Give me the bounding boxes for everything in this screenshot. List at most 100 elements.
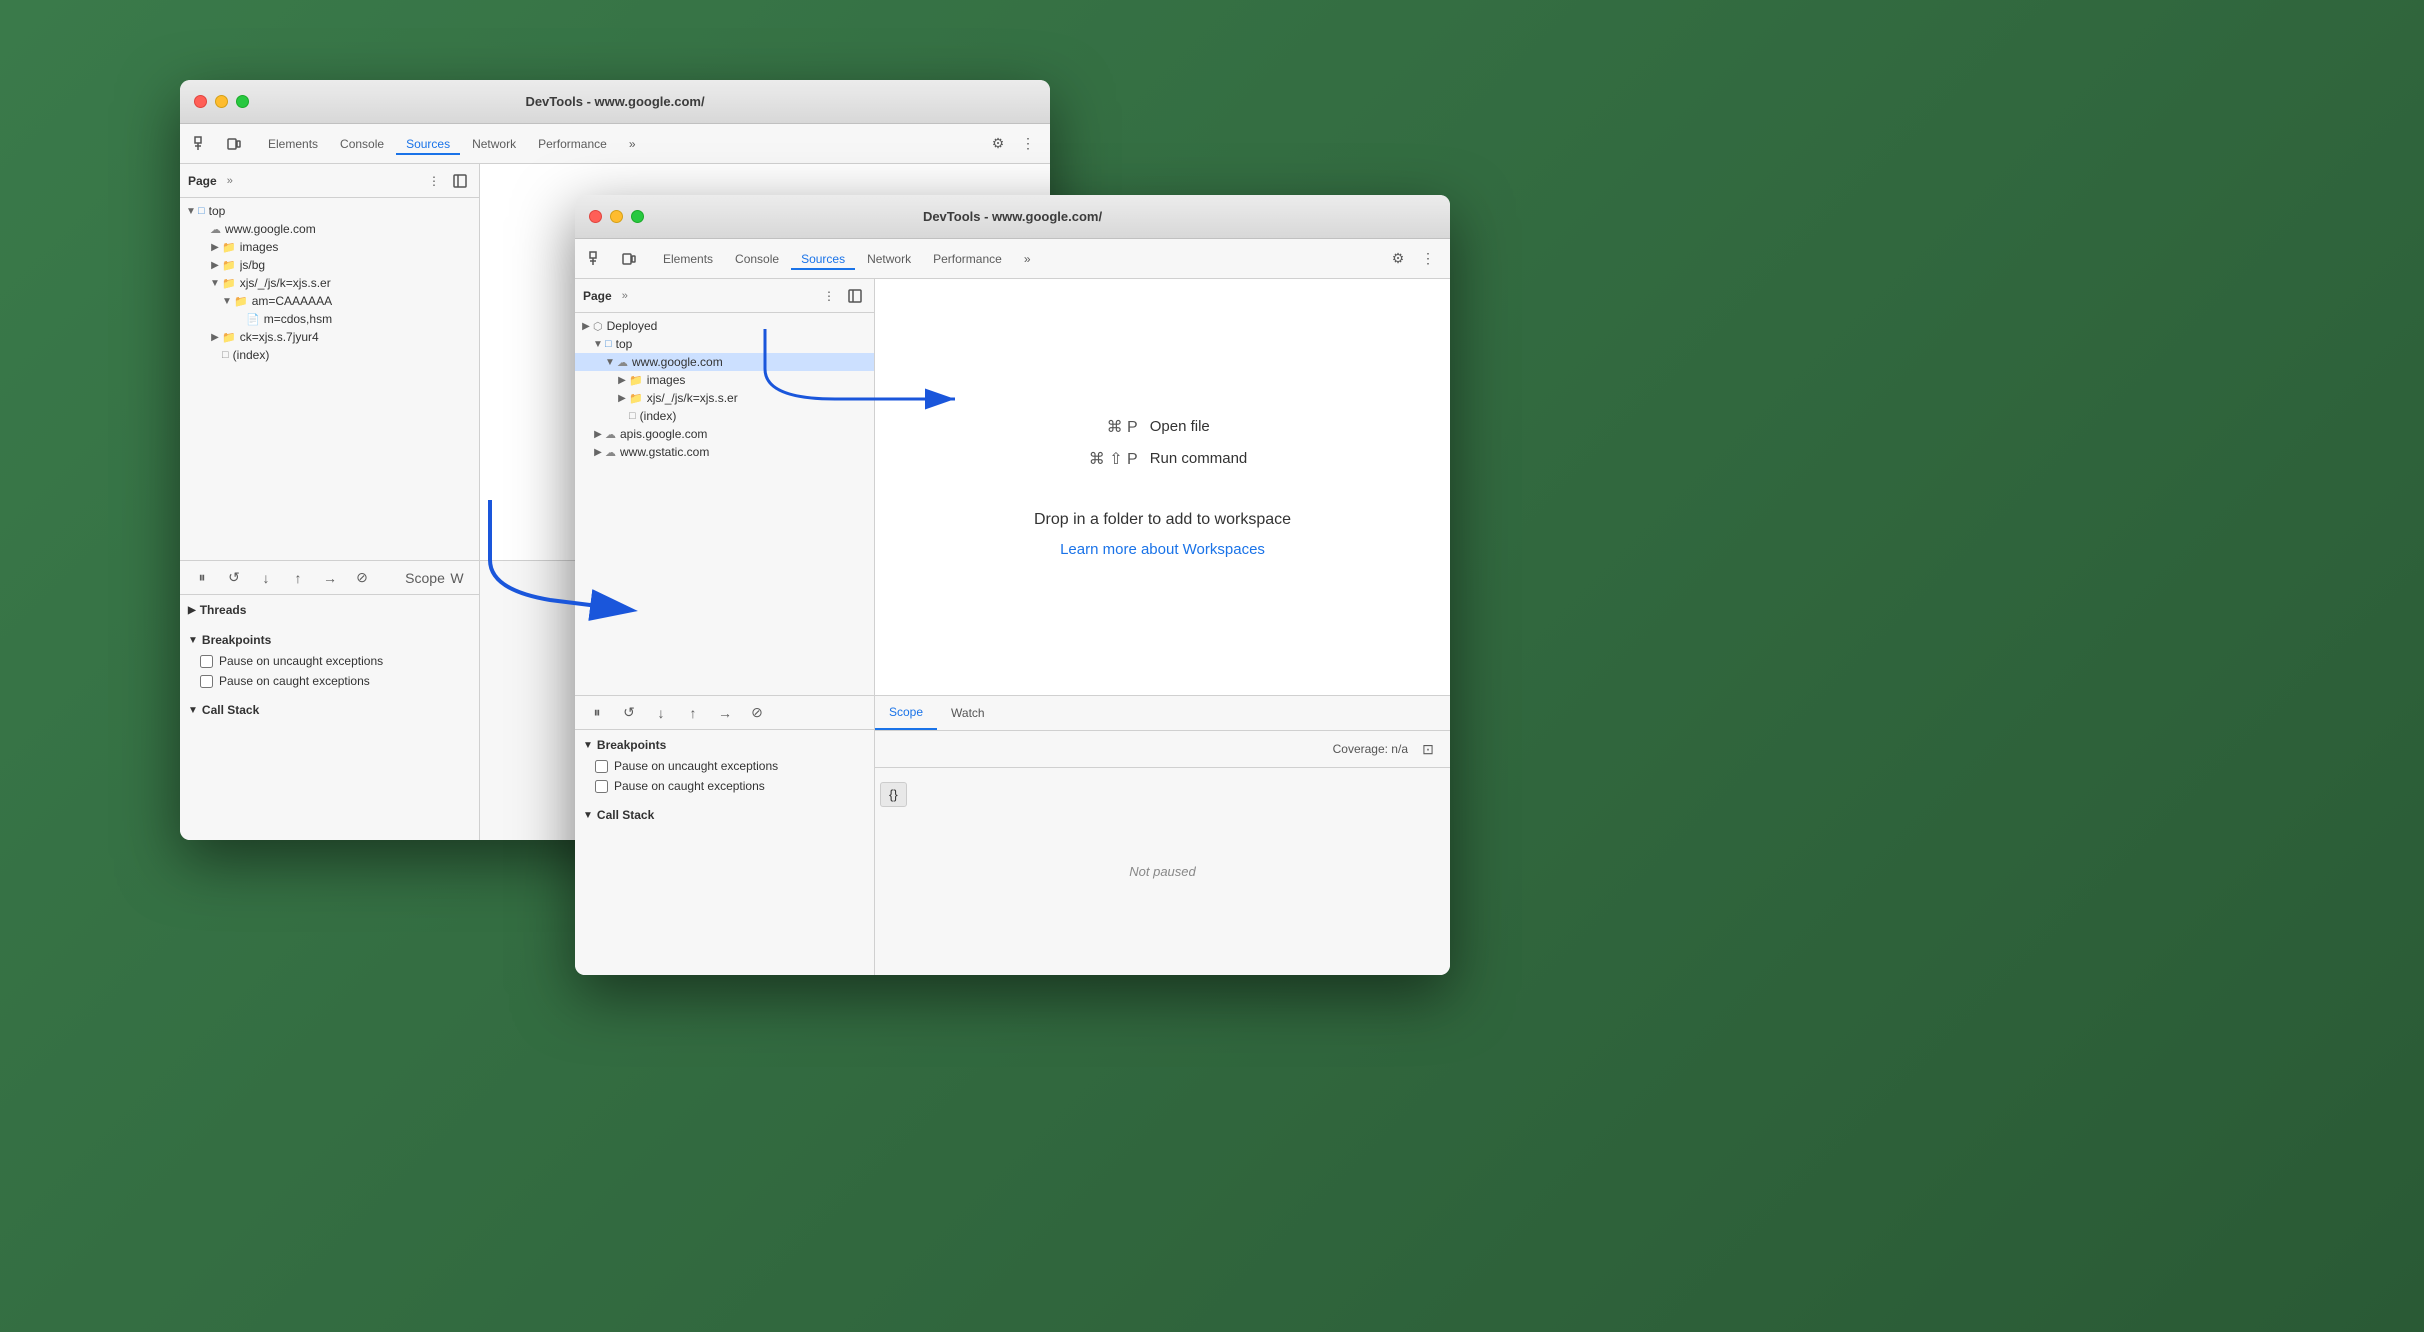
pause-caught-checkbox-front[interactable]	[595, 780, 608, 793]
threads-header-back[interactable]: ▶ Threads	[180, 599, 479, 621]
tab-sources-front[interactable]: Sources	[791, 248, 855, 270]
tree-item-index-front[interactable]: □ (index)	[575, 407, 874, 425]
tree-item-index-back[interactable]: □ (index)	[180, 346, 479, 364]
tree-item-top-back[interactable]: ▼ □ top	[180, 202, 479, 220]
scope-label-back[interactable]: Scope	[411, 564, 439, 592]
step-over-btn-front[interactable]: ↺	[615, 699, 643, 727]
tab-console-back[interactable]: Console	[330, 133, 394, 155]
folder-icon-images-front: 📁	[629, 374, 643, 387]
close-button-back[interactable]	[194, 95, 207, 108]
sidebar-back: Page » ⋮	[180, 164, 480, 560]
tree-item-deployed-front[interactable]: ▶ ⬡ Deployed	[575, 317, 874, 335]
tree-item-am-back[interactable]: ▼ 📁 am=CAAAAAA	[180, 292, 479, 310]
folder-icon-images-back: 📁	[222, 241, 236, 254]
sidebar-page-label-back: Page	[188, 174, 217, 188]
settings-icon-front[interactable]: ⚙	[1384, 245, 1412, 273]
tree-item-gstatic-front[interactable]: ▶ ☁ www.gstatic.com	[575, 443, 874, 461]
tab-performance-back[interactable]: Performance	[528, 133, 617, 155]
tab-console-front[interactable]: Console	[725, 248, 789, 270]
tab-elements-front[interactable]: Elements	[653, 248, 723, 270]
tab-elements-back[interactable]: Elements	[258, 133, 328, 155]
more-dots-front[interactable]: ⋮	[1414, 245, 1442, 273]
devtools-main-front: Page » ⋮	[575, 279, 1450, 695]
step-into-btn-back[interactable]: ↓	[252, 564, 280, 592]
sidebar-actions-back: ⋮	[423, 170, 471, 192]
sidebar-more-back[interactable]: »	[221, 173, 239, 189]
scope-tab-watch-front[interactable]: Watch	[937, 696, 999, 730]
pause-uncaught-checkbox-back[interactable]	[200, 655, 213, 668]
learn-more-link-front[interactable]: Learn more about Workspaces	[1060, 541, 1265, 558]
cloud-icon-front: ☁	[617, 356, 628, 369]
tree-item-google-front[interactable]: ▼ ☁ www.google.com	[575, 353, 874, 371]
step-btn-back[interactable]: →	[316, 564, 344, 592]
pause-uncaught-front: Pause on uncaught exceptions	[575, 756, 874, 776]
sidebar-dots-front[interactable]: ⋮	[818, 285, 840, 307]
pause-uncaught-checkbox-front[interactable]	[595, 760, 608, 773]
tab-bar-back: Elements Console Sources Network Perform…	[180, 124, 1050, 164]
step-out-btn-front[interactable]: ↑	[679, 699, 707, 727]
tab-performance-front[interactable]: Performance	[923, 248, 1012, 270]
tab-network-front[interactable]: Network	[857, 248, 921, 270]
deployed-icon-front: ⬡	[593, 320, 603, 333]
sidebar-more-front[interactable]: »	[616, 288, 634, 304]
maximize-button-back[interactable]	[236, 95, 249, 108]
devtools-icons-back	[188, 130, 248, 158]
pause-btn-back[interactable]: ⏸	[188, 564, 216, 592]
settings-icon-back[interactable]: ⚙	[984, 130, 1012, 158]
pause-caught-front: Pause on caught exceptions	[575, 776, 874, 796]
pause-btn-front[interactable]: ⏸	[583, 699, 611, 727]
coverage-label-front: Coverage: n/a	[1333, 742, 1408, 756]
tree-item-xjs-back[interactable]: ▼ 📁 xjs/_/js/k=xjs.s.er	[180, 274, 479, 292]
not-paused-front: Not paused	[1129, 864, 1196, 879]
device-icon-back[interactable]	[220, 130, 248, 158]
minimize-button-front[interactable]	[610, 210, 623, 223]
breakpoints-section-front: ▼ Breakpoints Pause on uncaught exceptio…	[575, 730, 874, 800]
pause-caught-checkbox-back[interactable]	[200, 675, 213, 688]
watch-label-back[interactable]: W	[443, 564, 471, 592]
breakpoints-label-front: Breakpoints	[597, 738, 666, 752]
bottom-sidebar-back: ⏸ ↺ ↓ ↑ → ⊘ Scope W ▶ Threads	[180, 561, 480, 840]
tree-item-images-front[interactable]: ▶ 📁 images	[575, 371, 874, 389]
callstack-header-front[interactable]: ▼ Call Stack	[575, 804, 874, 826]
callstack-label-front: Call Stack	[597, 808, 654, 822]
format-button-front[interactable]: {}	[880, 782, 907, 807]
scope-tab-scope-front[interactable]: Scope	[875, 696, 937, 730]
editor-area-front: ⌘ P Open file ⌘ ⇧ P Run command Drop in …	[875, 279, 1450, 695]
tree-item-jsbg-back[interactable]: ▶ 📁 js/bg	[180, 256, 479, 274]
sidebar-toggle-back[interactable]	[449, 170, 471, 192]
step-over-btn-back[interactable]: ↺	[220, 564, 248, 592]
inspect-icon-front[interactable]	[583, 245, 611, 273]
tree-item-apis-front[interactable]: ▶ ☁ apis.google.com	[575, 425, 874, 443]
step-out-btn-back[interactable]: ↑	[284, 564, 312, 592]
more-icon-back[interactable]: ⋮	[1014, 130, 1042, 158]
tab-more-back[interactable]: »	[619, 133, 646, 155]
device-icon-front[interactable]	[615, 245, 643, 273]
breakpoints-header-front[interactable]: ▼ Breakpoints	[575, 734, 874, 756]
title-bar-back: DevTools - www.google.com/	[180, 80, 1050, 124]
tree-item-xjs-front[interactable]: ▶ 📁 xjs/_/js/k=xjs.s.er	[575, 389, 874, 407]
deactivate-btn-front[interactable]: ⊘	[743, 699, 771, 727]
title-bar-front: DevTools - www.google.com/	[575, 195, 1450, 239]
inspect-icon-back[interactable]	[188, 130, 216, 158]
tab-network-back[interactable]: Network	[462, 133, 526, 155]
tree-item-mcdos-back[interactable]: 📄 m=cdos,hsm	[180, 310, 479, 328]
deactivate-btn-back[interactable]: ⊘	[348, 564, 376, 592]
tree-item-images-back[interactable]: ▶ 📁 images	[180, 238, 479, 256]
close-button-front[interactable]	[589, 210, 602, 223]
shortcut1-desc-front: Open file	[1150, 418, 1210, 435]
coverage-icon-btn-front[interactable]: ⊡	[1414, 735, 1442, 763]
step-btn-front[interactable]: →	[711, 699, 739, 727]
tree-item-top-front[interactable]: ▼ □ top	[575, 335, 874, 353]
minimize-button-back[interactable]	[215, 95, 228, 108]
breakpoints-header-back[interactable]: ▼ Breakpoints	[180, 629, 479, 651]
tree-item-google-back[interactable]: ☁ www.google.com	[180, 220, 479, 238]
traffic-lights-front	[589, 210, 644, 223]
callstack-header-back[interactable]: ▼ Call Stack	[180, 699, 479, 721]
step-into-btn-front[interactable]: ↓	[647, 699, 675, 727]
maximize-button-front[interactable]	[631, 210, 644, 223]
tab-more-front[interactable]: »	[1014, 248, 1041, 270]
tab-sources-back[interactable]: Sources	[396, 133, 460, 155]
sidebar-dots-back[interactable]: ⋮	[423, 170, 445, 192]
tree-item-ck-back[interactable]: ▶ 📁 ck=xjs.s.7jyur4	[180, 328, 479, 346]
sidebar-toggle-front[interactable]	[844, 285, 866, 307]
